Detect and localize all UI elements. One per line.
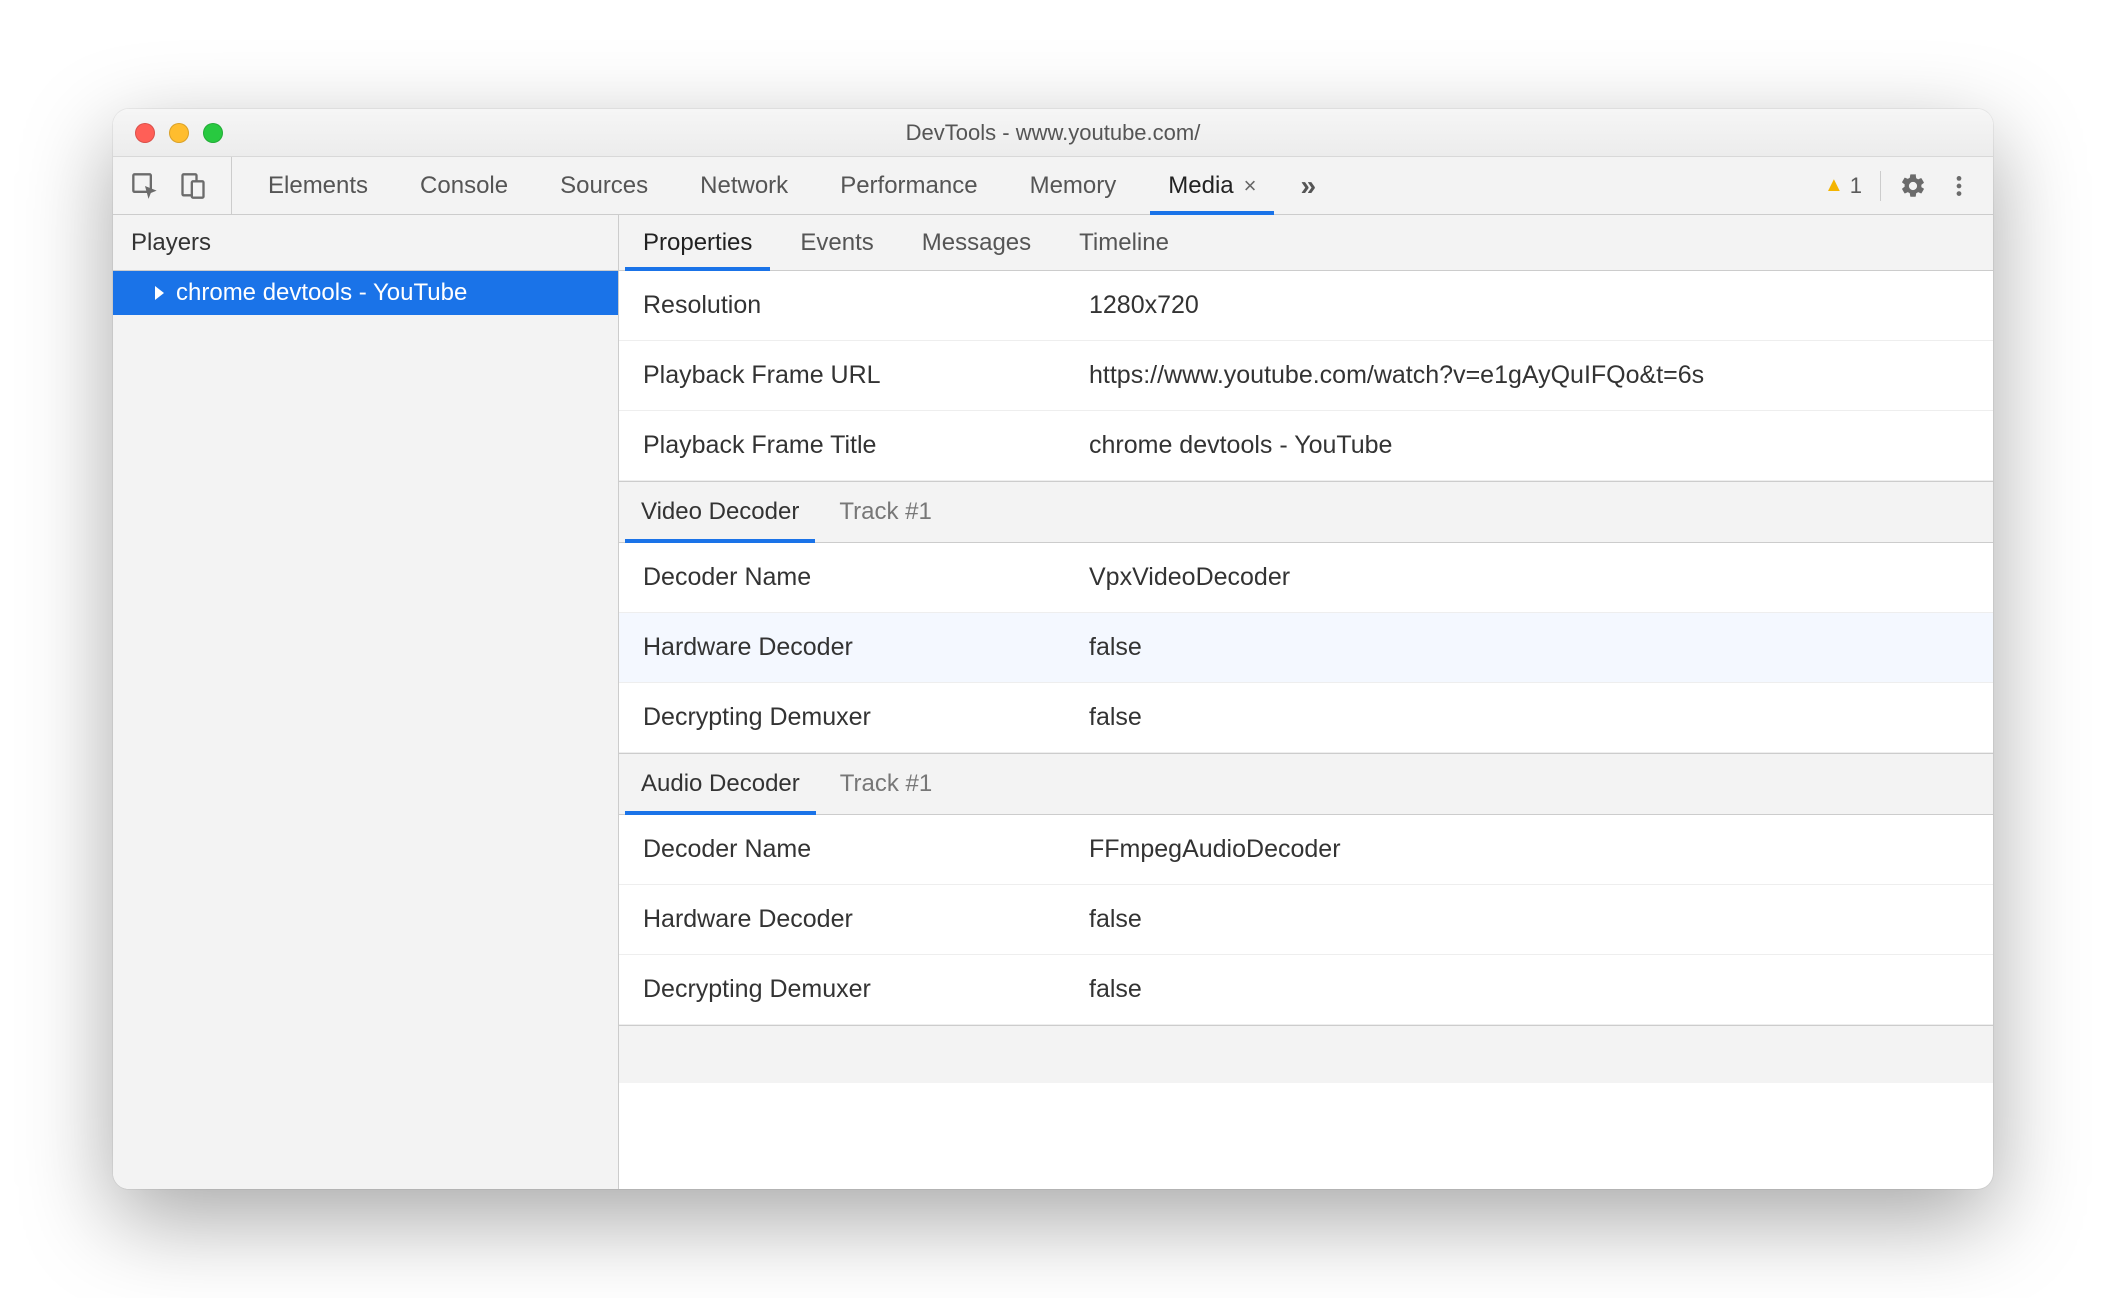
- property-value: 1280x720: [1079, 291, 1993, 320]
- tab-label: Console: [420, 172, 508, 200]
- tab-network[interactable]: Network: [674, 157, 814, 214]
- property-value: false: [1079, 703, 1993, 732]
- player-item[interactable]: chrome devtools - YouTube: [113, 271, 618, 315]
- warning-icon: ▲: [1824, 174, 1844, 197]
- tab-label: Media: [1168, 172, 1233, 200]
- tab-label: Network: [700, 172, 788, 200]
- property-key: Resolution: [619, 291, 1079, 320]
- tab-label: Sources: [560, 172, 648, 200]
- subtab-events[interactable]: Events: [776, 215, 897, 270]
- section-sublabel[interactable]: Track #1: [822, 754, 950, 814]
- property-key: Decoder Name: [619, 835, 1079, 864]
- property-row: Hardware Decoder false: [619, 613, 1993, 683]
- media-subtabs: Properties Events Messages Timeline: [619, 215, 1993, 271]
- property-key: Decoder Name: [619, 563, 1079, 592]
- property-value: false: [1079, 975, 1993, 1004]
- inspect-element-icon[interactable]: [131, 172, 159, 200]
- players-sidebar: Players chrome devtools - YouTube: [113, 215, 619, 1189]
- play-icon: [155, 286, 164, 300]
- tab-memory[interactable]: Memory: [1004, 157, 1143, 214]
- empty-trailer-row: [619, 1025, 1993, 1083]
- property-key: Playback Frame Title: [619, 431, 1079, 460]
- section-header-audio-decoder: Audio Decoder Track #1: [619, 753, 1993, 815]
- subtab-label: Properties: [643, 229, 752, 257]
- property-row: Hardware Decoder false: [619, 885, 1993, 955]
- section-label[interactable]: Video Decoder: [619, 482, 821, 542]
- subtab-label: Messages: [922, 229, 1031, 257]
- subtab-timeline[interactable]: Timeline: [1055, 215, 1193, 270]
- property-row: Decrypting Demuxer false: [619, 683, 1993, 753]
- section-label[interactable]: Audio Decoder: [619, 754, 822, 814]
- media-panel-main: Properties Events Messages Timeline Reso…: [619, 215, 1993, 1189]
- tab-performance[interactable]: Performance: [814, 157, 1003, 214]
- tab-sources[interactable]: Sources: [534, 157, 674, 214]
- devtools-toolbar: Elements Console Sources Network Perform…: [113, 157, 1993, 215]
- property-value: false: [1079, 633, 1993, 662]
- property-key: Decrypting Demuxer: [619, 975, 1079, 1004]
- property-row: Decoder Name VpxVideoDecoder: [619, 543, 1993, 613]
- warnings-counter[interactable]: ▲ 1: [1824, 173, 1862, 199]
- tabs-overflow-icon[interactable]: »: [1282, 157, 1334, 214]
- properties-table: Resolution 1280x720 Playback Frame URL h…: [619, 271, 1993, 1189]
- property-key: Hardware Decoder: [619, 633, 1079, 662]
- subtab-messages[interactable]: Messages: [898, 215, 1055, 270]
- property-key: Decrypting Demuxer: [619, 703, 1079, 732]
- subtab-label: Events: [800, 229, 873, 257]
- subtab-label: Timeline: [1079, 229, 1169, 257]
- close-icon[interactable]: ×: [1244, 173, 1257, 199]
- divider: [1880, 171, 1881, 201]
- property-row: Decoder Name FFmpegAudioDecoder: [619, 815, 1993, 885]
- panel-tabs: Elements Console Sources Network Perform…: [232, 157, 1804, 214]
- settings-icon[interactable]: [1899, 172, 1927, 200]
- window-title: DevTools - www.youtube.com/: [113, 120, 1993, 146]
- player-item-label: chrome devtools - YouTube: [176, 279, 467, 307]
- tab-label: Performance: [840, 172, 977, 200]
- device-toolbar-icon[interactable]: [179, 172, 207, 200]
- property-row: Playback Frame URL https://www.youtube.c…: [619, 341, 1993, 411]
- property-key: Hardware Decoder: [619, 905, 1079, 934]
- property-value: FFmpegAudioDecoder: [1079, 835, 1993, 864]
- devtools-window: DevTools - www.youtube.com/: [113, 109, 1993, 1189]
- property-key: Playback Frame URL: [619, 361, 1079, 390]
- warnings-count: 1: [1850, 173, 1862, 199]
- property-value: chrome devtools - YouTube: [1079, 431, 1993, 460]
- subtab-properties[interactable]: Properties: [619, 215, 776, 270]
- section-header-video-decoder: Video Decoder Track #1: [619, 481, 1993, 543]
- property-value: VpxVideoDecoder: [1079, 563, 1993, 592]
- property-value: false: [1079, 905, 1993, 934]
- property-row: Resolution 1280x720: [619, 271, 1993, 341]
- tab-console[interactable]: Console: [394, 157, 534, 214]
- tab-media[interactable]: Media ×: [1142, 157, 1282, 214]
- property-value: https://www.youtube.com/watch?v=e1gAyQuI…: [1079, 361, 1993, 390]
- window-titlebar: DevTools - www.youtube.com/: [113, 109, 1993, 157]
- sidebar-title: Players: [113, 215, 618, 271]
- property-row: Playback Frame Title chrome devtools - Y…: [619, 411, 1993, 481]
- section-sublabel[interactable]: Track #1: [821, 482, 949, 542]
- tab-label: Memory: [1030, 172, 1117, 200]
- property-row: Decrypting Demuxer false: [619, 955, 1993, 1025]
- tab-label: Elements: [268, 172, 368, 200]
- tab-elements[interactable]: Elements: [242, 157, 394, 214]
- more-options-icon[interactable]: [1945, 172, 1973, 200]
